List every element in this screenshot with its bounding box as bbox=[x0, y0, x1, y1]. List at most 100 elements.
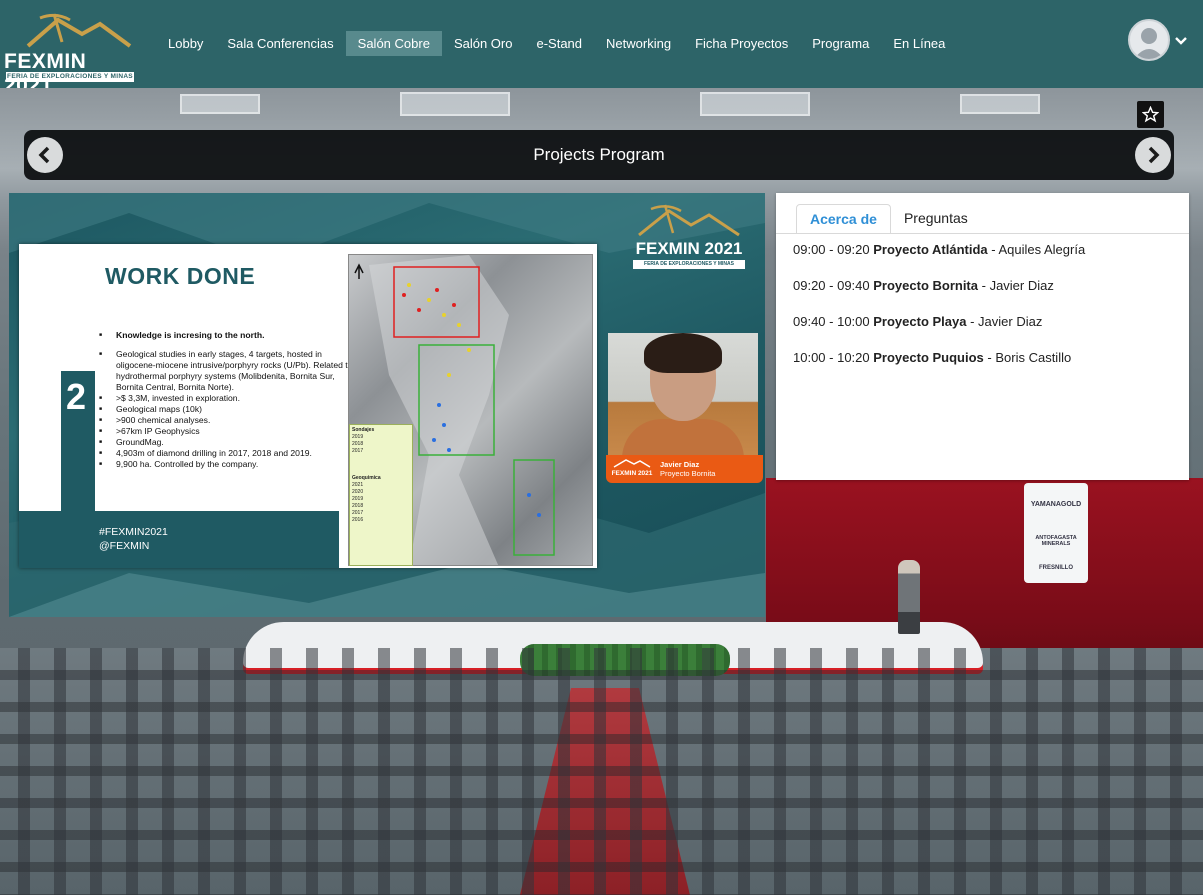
slide-hashtag: #FEXMIN2021 @FEXMIN bbox=[99, 525, 168, 553]
audience-seats bbox=[0, 648, 1203, 895]
pickaxe-logo-icon bbox=[638, 204, 740, 237]
nav-item-lobby[interactable]: Lobby bbox=[156, 31, 215, 56]
schedule-speaker: Javier Diaz bbox=[989, 278, 1054, 293]
nav-item-e-stand[interactable]: e-Stand bbox=[524, 31, 594, 56]
legend-item: 2018 bbox=[352, 503, 364, 509]
legend-item: 2016 bbox=[352, 517, 364, 523]
next-button[interactable] bbox=[1135, 137, 1171, 173]
fexmin-logo[interactable]: FEXMIN 2021 FERIA DE EXPLORACIONES Y MIN… bbox=[4, 8, 134, 97]
schedule-project: Proyecto Playa bbox=[873, 314, 967, 329]
slide-bullet: 4,903m of diamond drilling in 2017, 2018… bbox=[99, 448, 354, 459]
schedule-project: Proyecto Atlántida bbox=[873, 242, 988, 257]
tab-acerca-de[interactable]: Acerca de bbox=[796, 204, 891, 234]
previous-button[interactable] bbox=[27, 137, 63, 173]
chevron-left-icon bbox=[38, 146, 50, 164]
nav-item-sala-conferencias[interactable]: Sala Conferencias bbox=[215, 31, 345, 56]
page-title: Projects Program bbox=[533, 145, 665, 164]
main-nav: Lobby Sala Conferencias Salón Cobre Saló… bbox=[156, 31, 957, 56]
slide-bullet: 9,900 ha. Controlled by the company. bbox=[99, 459, 354, 470]
nav-item-salon-oro[interactable]: Salón Oro bbox=[442, 31, 525, 56]
legend-item: 2019 bbox=[352, 496, 364, 502]
tabs-divider bbox=[776, 233, 1189, 234]
slide-bullet: Geological studies in early stages, 4 ta… bbox=[99, 349, 354, 393]
chevron-right-icon bbox=[1148, 146, 1160, 164]
sponsor-board: YAMANAGOLD ANTOFAGASTA MINERALS FRESNILL… bbox=[1024, 483, 1088, 583]
schedule-time: 09:40 - 10:00 bbox=[793, 314, 870, 329]
info-panel: Acerca de Preguntas 09:00 - 09:20 Proyec… bbox=[776, 193, 1189, 480]
slide-title: WORK DONE bbox=[105, 263, 256, 289]
sponsor-logo: ANTOFAGASTA MINERALS bbox=[1035, 535, 1077, 547]
speaker-hair bbox=[644, 333, 722, 373]
nav-item-salon-cobre[interactable]: Salón Cobre bbox=[345, 31, 442, 56]
program-title-bar: Projects Program bbox=[24, 130, 1174, 180]
slide-bullet: GroundMag. bbox=[99, 437, 354, 448]
chevron-down-icon[interactable] bbox=[1174, 34, 1188, 48]
schedule-project: Proyecto Bornita bbox=[873, 278, 978, 293]
speaker-video-feed bbox=[608, 333, 758, 457]
ceiling-light bbox=[180, 94, 260, 114]
favorite-button[interactable] bbox=[1137, 101, 1164, 128]
speaker-name: Javier Diaz bbox=[660, 460, 700, 469]
slide-footer-band bbox=[19, 511, 339, 568]
video-brand-subtitle: FERIA DE EXPLORACIONES Y MINAS bbox=[633, 260, 745, 269]
speaker-shirt bbox=[622, 419, 744, 457]
slide-number: 2 bbox=[66, 376, 87, 417]
speaker-lower-third: FEXMIN 2021 Javier Diaz Proyecto Bornita bbox=[606, 455, 763, 483]
presentation-slide: 2 WORK DONE Knowledge is incresing to th… bbox=[19, 244, 597, 568]
speaker-label-logo: FEXMIN 2021 bbox=[609, 458, 655, 480]
speaker-role: Proyecto Bornita bbox=[660, 469, 716, 478]
slide-bullet: Geological maps (10k) bbox=[99, 404, 354, 415]
speaker-label-logo-text: FEXMIN 2021 bbox=[611, 470, 653, 477]
handle-text: @FEXMIN bbox=[99, 540, 150, 552]
legend-item: 2021 bbox=[352, 482, 364, 488]
slide-bullet: >900 chemical analyses. bbox=[99, 415, 354, 426]
sponsor-logo: YAMANAGOLD bbox=[1030, 501, 1082, 508]
schedule-project: Proyecto Puquios bbox=[873, 350, 984, 365]
presentation-video[interactable]: FEXMIN 2021 FERIA DE EXPLORACIONES Y MIN… bbox=[9, 193, 765, 617]
schedule-speaker: Javier Diaz bbox=[978, 314, 1043, 329]
user-avatar[interactable] bbox=[1128, 19, 1170, 61]
pickaxe-logo-icon bbox=[26, 13, 132, 48]
hashtag-text: #FEXMIN2021 bbox=[99, 526, 168, 538]
legend-item: 2018 bbox=[352, 441, 364, 447]
speaker-webcam: FEXMIN 2021 Javier Diaz Proyecto Bornita bbox=[606, 333, 763, 483]
nav-item-en-linea[interactable]: En Línea bbox=[881, 31, 957, 56]
star-outline-icon bbox=[1141, 105, 1160, 123]
legend-geochem-title: Geoquimica bbox=[352, 475, 381, 481]
ceiling-light bbox=[960, 94, 1040, 114]
map-legend: Sondajes 2019 2018 2017 Geoquimica 2021 … bbox=[349, 424, 413, 566]
legend-drill-title: Sondajes bbox=[352, 427, 375, 433]
schedule-time: 09:00 - 09:20 bbox=[793, 242, 870, 257]
user-avatar-icon bbox=[1134, 28, 1164, 59]
slide-bullet-list: Knowledge is incresing to the north. Geo… bbox=[99, 330, 354, 470]
pickaxe-logo-icon bbox=[613, 459, 651, 468]
brand-subtitle: FERIA DE EXPLORACIONES Y MINAS bbox=[6, 72, 134, 82]
schedule-time: 10:00 - 10:20 bbox=[793, 350, 870, 365]
schedule-item: 09:00 - 09:20 Proyecto Atlántida - Aquil… bbox=[793, 242, 1086, 257]
slide-bullet: Knowledge is incresing to the north. bbox=[99, 330, 354, 341]
schedule-speaker: Boris Castillo bbox=[995, 350, 1072, 365]
schedule-item: 09:20 - 09:40 Proyecto Bornita - Javier … bbox=[793, 278, 1054, 293]
panel-tabs: Acerca de Preguntas bbox=[796, 204, 981, 234]
sponsor-logo: FRESNILLO bbox=[1039, 565, 1073, 571]
schedule-speaker: Aquiles Alegría bbox=[998, 242, 1086, 257]
schedule-item: 10:00 - 10:20 Proyecto Puquios - Boris C… bbox=[793, 350, 1072, 365]
schedule-time: 09:20 - 09:40 bbox=[793, 278, 870, 293]
schedule-list: 09:00 - 09:20 Proyecto Atlántida - Aquil… bbox=[793, 242, 1085, 386]
legend-item: 2017 bbox=[352, 510, 364, 516]
video-brand-title: FEXMIN 2021 bbox=[635, 239, 743, 258]
legend-item: 2019 bbox=[352, 434, 364, 440]
tab-preguntas[interactable]: Preguntas bbox=[891, 204, 981, 234]
slide-bullet: >$ 3,3M, invested in exploration. bbox=[99, 393, 354, 404]
nav-item-programa[interactable]: Programa bbox=[800, 31, 881, 56]
top-navigation-bar: FEXMIN 2021 FERIA DE EXPLORACIONES Y MIN… bbox=[0, 0, 1203, 97]
legend-item: 2017 bbox=[352, 448, 364, 454]
nav-item-ficha-proyectos[interactable]: Ficha Proyectos bbox=[683, 31, 800, 56]
schedule-item: 09:40 - 10:00 Proyecto Playa - Javier Di… bbox=[793, 314, 1043, 329]
legend-item: 2020 bbox=[352, 489, 364, 495]
nav-item-networking[interactable]: Networking bbox=[594, 31, 683, 56]
ceiling-light bbox=[400, 92, 510, 116]
ceiling-light bbox=[700, 92, 810, 116]
presenter-avatar bbox=[898, 560, 920, 634]
slide-bullet: >67km IP Geophysics bbox=[99, 426, 354, 437]
